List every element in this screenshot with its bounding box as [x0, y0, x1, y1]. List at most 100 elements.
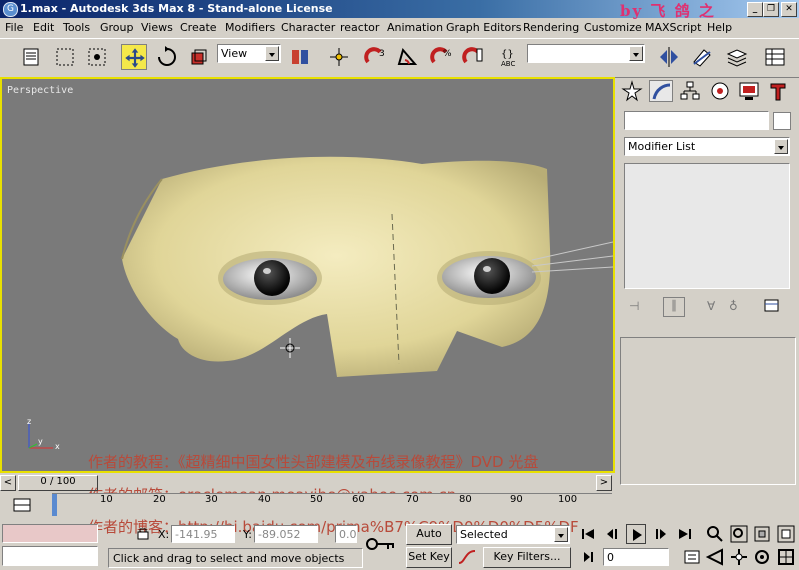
select-by-name-icon[interactable]	[18, 44, 44, 70]
snaps-toggle-icon[interactable]: 3	[362, 44, 388, 70]
x-coord-field[interactable]: -141.95	[171, 525, 235, 543]
maxscript-output-field[interactable]	[2, 546, 98, 566]
previous-frame-icon[interactable]	[603, 524, 623, 544]
select-and-scale-icon[interactable]	[186, 44, 212, 70]
play-animation-icon[interactable]	[626, 524, 646, 544]
default-tangent-icon[interactable]	[457, 547, 477, 567]
time-configuration-icon[interactable]	[682, 547, 702, 567]
configure-modifier-sets-icon[interactable]	[763, 297, 781, 315]
percent-snap-icon[interactable]: %	[428, 44, 454, 70]
go-to-end-icon[interactable]	[675, 524, 695, 544]
z-coord-value: 0.0	[339, 528, 357, 541]
next-frame-icon[interactable]	[650, 524, 670, 544]
tick-label: 20	[153, 494, 166, 505]
hierarchy-tab-icon[interactable]	[678, 80, 702, 102]
time-slider-thumb[interactable]: 0 / 100	[18, 475, 98, 491]
menu-character[interactable]: Character	[281, 21, 335, 34]
zoom-extents-all-icon[interactable]	[776, 524, 796, 544]
menu-group[interactable]: Group	[100, 21, 134, 34]
time-slider[interactable]: < 0 / 100 >	[0, 473, 615, 493]
zoom-all-icon[interactable]	[729, 524, 749, 544]
menu-views[interactable]: Views	[141, 21, 173, 34]
object-color-swatch[interactable]	[773, 112, 791, 130]
main-toolbar: View 3 % {} ABC	[0, 38, 799, 78]
object-name-field[interactable]	[624, 111, 769, 130]
minimize-button[interactable]: _	[747, 2, 763, 17]
chevron-down-icon	[265, 46, 279, 61]
prompt-text: Click and drag to select and move object…	[113, 552, 345, 565]
named-selection-dropdown[interactable]	[527, 44, 645, 63]
next-frame-icon[interactable]: >	[596, 475, 612, 491]
eye-mask-model[interactable]	[2, 79, 613, 471]
lock-selection-icon[interactable]	[136, 526, 150, 540]
display-tab-icon[interactable]	[737, 80, 761, 102]
pin-stack-icon[interactable]: ⊣	[629, 299, 639, 313]
pivot-point-icon[interactable]	[287, 44, 313, 70]
select-and-rotate-icon[interactable]	[154, 44, 180, 70]
window-crossing-icon[interactable]	[84, 44, 110, 70]
auto-key-button[interactable]: Auto Key	[406, 524, 452, 558]
spinner-snap-icon[interactable]	[460, 44, 486, 70]
y-coord-field[interactable]: -89.052	[254, 525, 318, 543]
modifier-list-dropdown[interactable]: Modifier List	[624, 137, 790, 156]
go-to-start-icon[interactable]	[578, 524, 598, 544]
menu-graph-editors[interactable]: Graph Editors	[446, 21, 522, 34]
mini-curve-editor-icon[interactable]	[12, 495, 32, 515]
menu-tools[interactable]: Tools	[63, 21, 90, 34]
edit-named-selection-icon[interactable]: {} ABC	[498, 44, 524, 70]
maxscript-listener-field[interactable]	[2, 524, 98, 543]
select-and-move-icon[interactable]	[121, 44, 147, 70]
zoom-extents-icon[interactable]	[752, 524, 772, 544]
arc-rotate-icon[interactable]	[752, 547, 772, 567]
menu-edit[interactable]: Edit	[33, 21, 54, 34]
key-selection-dropdown[interactable]: Selected	[456, 525, 570, 544]
menu-file[interactable]: File	[5, 21, 23, 34]
layer-manager-icon[interactable]	[724, 44, 750, 70]
key-mode-toggle-icon[interactable]	[578, 547, 598, 567]
restore-button[interactable]: ❐	[763, 2, 779, 17]
show-end-result-icon[interactable]: ∥	[663, 297, 685, 317]
menu-modifiers[interactable]: Modifiers	[225, 21, 275, 34]
motion-tab-icon[interactable]	[708, 80, 732, 102]
menu-rendering[interactable]: Rendering	[523, 21, 579, 34]
angle-snap-icon[interactable]	[395, 44, 421, 70]
current-frame-marker[interactable]	[52, 494, 57, 516]
remove-modifier-icon[interactable]: ♁	[729, 299, 738, 313]
y-coord-value: -89.052	[258, 528, 301, 541]
create-tab-icon[interactable]	[620, 80, 644, 102]
menu-maxscript[interactable]: MAXScript	[645, 21, 701, 34]
tick-label: 30	[205, 494, 218, 505]
mirror-icon[interactable]	[656, 44, 682, 70]
menu-customize[interactable]: Customize	[584, 21, 642, 34]
menu-help[interactable]: Help	[707, 21, 732, 34]
pan-view-icon[interactable]	[729, 547, 749, 567]
track-bar[interactable]: 10 20 30 40 50 60 70 80 90 100	[0, 493, 615, 518]
prev-frame-icon[interactable]: <	[0, 475, 16, 491]
menu-animation[interactable]: Animation	[387, 21, 443, 34]
utilities-tab-icon[interactable]	[766, 80, 790, 102]
modifier-stack-list[interactable]	[624, 163, 790, 289]
app-icon[interactable]: G	[3, 2, 18, 17]
set-key-button[interactable]: Set Key	[406, 547, 452, 568]
z-coord-field[interactable]: 0.0	[335, 525, 357, 543]
axis-label-z: z	[27, 417, 32, 426]
menu-reactor[interactable]: reactor	[340, 21, 379, 34]
select-and-manipulate-icon[interactable]	[326, 44, 352, 70]
close-button[interactable]: ✕	[781, 2, 797, 17]
axis-tripod-icon	[28, 423, 53, 449]
key-filters-button[interactable]: Key Filters...	[483, 547, 571, 568]
make-unique-icon[interactable]: ∀	[707, 299, 715, 313]
perspective-viewport[interactable]: Perspective z x y	[0, 77, 615, 473]
select-region-icon[interactable]	[52, 44, 78, 70]
curve-editor-icon[interactable]	[762, 44, 788, 70]
current-frame-field[interactable]: 0	[603, 548, 669, 566]
menu-create[interactable]: Create	[180, 21, 217, 34]
field-of-view-icon[interactable]	[705, 547, 725, 567]
maximize-viewport-icon[interactable]	[776, 547, 796, 567]
reference-coordinate-dropdown[interactable]: View	[217, 44, 281, 63]
align-icon[interactable]	[689, 44, 715, 70]
set-key-icon[interactable]	[366, 534, 396, 554]
modify-tab-icon[interactable]	[649, 80, 673, 102]
zoom-icon[interactable]	[705, 524, 725, 544]
timeline-ruler[interactable]: 10 20 30 40 50 60 70 80 90 100	[52, 493, 612, 519]
